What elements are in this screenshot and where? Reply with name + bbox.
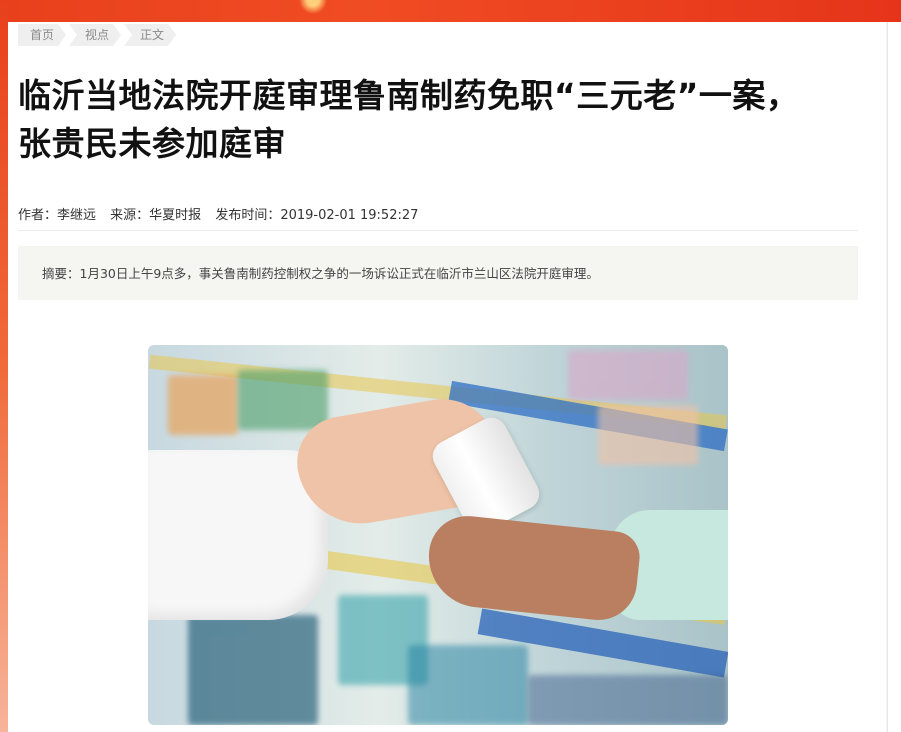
article-publish-time: 发布时间：2019-02-01 19:52:27 (215, 208, 419, 223)
photo-blob (238, 370, 328, 430)
breadcrumb-viewpoint[interactable]: 视点 (69, 24, 121, 46)
article-author: 作者：李继远 (18, 208, 97, 223)
article-source: 来源：华夏时报 (110, 208, 202, 223)
left-decor-stripe (0, 0, 8, 732)
breadcrumb: 首页 视点 正文 (18, 24, 179, 46)
article-summary: 摘要：1月30日上午9点多，事关鲁南制药控制权之争的一场诉讼正式在临沂市兰山区法… (42, 266, 599, 281)
photo-blob (408, 645, 528, 725)
photo-blob (568, 350, 688, 400)
top-banner (0, 0, 901, 22)
article-meta: 作者：李继远 来源：华夏时报 发布时间：2019-02-01 19:52:27 (18, 204, 428, 223)
photo-blob (598, 405, 698, 465)
photo-blob (188, 615, 318, 725)
breadcrumb-home[interactable]: 首页 (18, 24, 66, 46)
right-gutter (887, 22, 901, 732)
article-summary-box: 摘要：1月30日上午9点多，事关鲁南制药控制权之争的一场诉讼正式在临沂市兰山区法… (18, 246, 858, 300)
photo-blob (528, 675, 728, 725)
banner-ornament (290, 0, 336, 22)
article-title: 临沂当地法院开庭审理鲁南制药免职“三元老”一案，张贵民未参加庭审 (18, 76, 800, 163)
article-photo (148, 345, 728, 725)
article-page: 首页 视点 正文 临沂当地法院开庭审理鲁南制药免职“三元老”一案，张贵民未参加庭… (8, 22, 886, 732)
breadcrumb-current: 正文 (124, 24, 176, 46)
meta-divider (18, 230, 858, 231)
customer-hand (423, 512, 643, 624)
photo-blob (168, 375, 238, 435)
